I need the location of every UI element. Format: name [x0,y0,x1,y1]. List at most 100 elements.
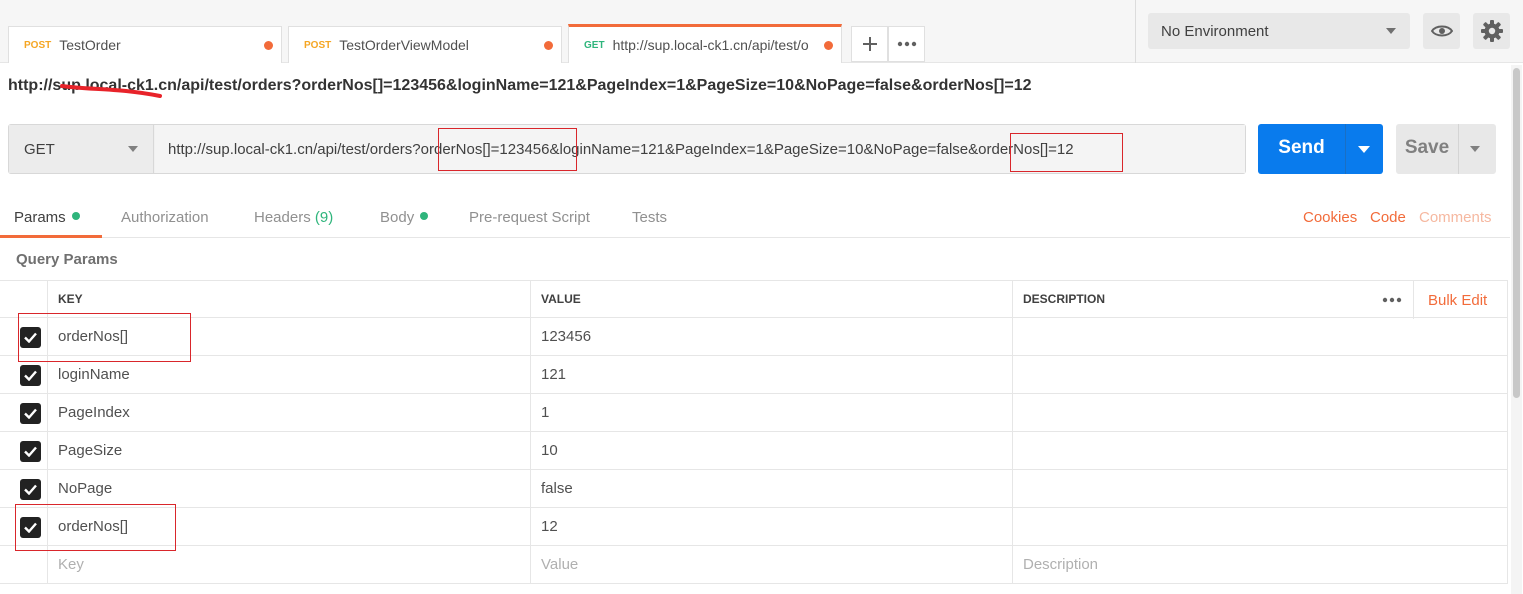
annotation-box [438,128,577,171]
row-checkbox[interactable] [20,479,41,500]
check-icon [24,370,37,381]
description-cell[interactable] [1012,432,1508,469]
request-tabs: Params Authorization Headers (9) Body Pr… [0,196,1510,238]
annotation-box [18,313,191,362]
scrollbar-thumb[interactable] [1513,68,1520,398]
table-row: PageIndex 1 [0,394,1508,432]
unsaved-dot-icon [824,41,833,50]
chevron-down-icon[interactable] [1470,146,1480,152]
status-dot-icon [420,212,429,220]
check-icon [24,446,37,457]
save-button[interactable]: Save [1396,124,1496,174]
value-cell[interactable]: 1 [530,394,1012,431]
tab-pre-request-script[interactable]: Pre-request Script [469,209,590,226]
more-icon [1382,297,1401,303]
cookies-link[interactable]: Cookies [1303,209,1357,226]
chevron-down-icon[interactable] [1358,146,1370,153]
check-icon [24,484,37,495]
tab-label: Params [14,209,66,226]
redaction-mark [60,84,162,98]
method-label: POST [24,39,52,51]
table-row: loginName 121 [0,356,1508,394]
request-tab[interactable]: POST TestOrder [8,26,282,63]
key-cell[interactable]: NoPage [47,470,530,507]
send-button[interactable]: Send [1258,124,1383,174]
description-cell[interactable] [1012,508,1508,545]
tab-headers[interactable]: Headers (9) [254,209,333,226]
tab-authorization[interactable]: Authorization [121,209,209,226]
new-tab-button[interactable] [851,26,888,62]
tab-title: TestOrderViewModel [339,37,469,53]
value-placeholder[interactable]: Value [530,546,1012,583]
divider [1345,124,1346,174]
description-cell[interactable] [1012,394,1508,431]
annotation-box [1010,133,1123,172]
table-row: orderNos[] 12 [0,508,1508,546]
gear-icon [1480,20,1503,42]
tab-label: Headers [254,209,311,226]
comments-link[interactable]: Comments [1419,209,1492,226]
key-placeholder[interactable]: Key [47,546,530,583]
description-cell[interactable] [1012,318,1508,355]
status-dot-icon [71,212,80,220]
tab-title: http://sup.local-ck1.cn/api/test/o [612,37,809,53]
tab-params[interactable]: Params [14,209,80,226]
description-placeholder[interactable]: Description [1012,546,1508,583]
environment-quick-look-button[interactable] [1423,13,1460,49]
table-row: PageSize 10 [0,432,1508,470]
code-link[interactable]: Code [1370,209,1406,226]
tab-bar: POST TestOrder POST TestOrderViewModel G… [0,0,1523,63]
request-tab[interactable]: POST TestOrderViewModel [288,26,562,63]
section-title: Query Params [16,251,118,268]
method-value: GET [24,140,55,158]
more-icon [897,41,916,47]
environment-select[interactable]: No Environment [1148,13,1410,49]
table-row-new: Key Value Description [0,546,1508,584]
bulk-edit-link[interactable]: Bulk Edit [1428,292,1487,309]
method-label: GET [584,39,605,51]
row-checkbox[interactable] [20,365,41,386]
key-cell[interactable]: PageSize [47,432,530,469]
url-base: http://sup.local-ck1.cn/api/test/orders? [168,140,421,158]
tab-options-button[interactable] [888,26,925,62]
tab-body[interactable]: Body [380,209,429,226]
table-row: NoPage false [0,470,1508,508]
tab-title: TestOrder [59,37,121,53]
tab-tests[interactable]: Tests [632,209,667,226]
tab-label: Body [380,209,415,226]
plus-icon [862,37,877,51]
table-row: orderNos[] 123456 [0,318,1508,356]
environment-settings-button[interactable] [1473,13,1510,49]
method-select[interactable]: GET [9,125,154,173]
headers-count: (9) [314,209,334,226]
value-cell[interactable]: 10 [530,432,1012,469]
chevron-down-icon [128,146,138,152]
active-tab-indicator [0,235,102,238]
table-options-button[interactable] [1370,281,1414,319]
chevron-down-icon [1386,28,1396,34]
environment-label: No Environment [1161,22,1269,40]
row-checkbox[interactable] [20,403,41,424]
description-cell[interactable] [1012,470,1508,507]
row-checkbox[interactable] [20,441,41,462]
check-icon [24,408,37,419]
unsaved-dot-icon [264,41,273,50]
save-label: Save [1404,137,1450,158]
value-cell[interactable]: 12 [530,508,1012,545]
value-cell[interactable]: false [530,470,1012,507]
column-header-key: KEY [47,281,530,317]
url-params: &loginName=121&PageIndex=1&PageSize=10&N… [549,140,979,158]
table-header: KEY VALUE DESCRIPTION Bulk Edit [0,280,1508,319]
annotation-box [15,504,176,551]
eye-icon [1430,25,1453,37]
request-tab-active[interactable]: GET http://sup.local-ck1.cn/api/test/o [568,24,842,63]
value-cell[interactable]: 123456 [530,318,1012,355]
key-cell[interactable]: PageIndex [47,394,530,431]
send-label: Send [1278,137,1325,158]
column-header-label: DESCRIPTION [1023,292,1106,306]
description-cell[interactable] [1012,356,1508,393]
divider [1135,0,1136,63]
column-header-value: VALUE [530,281,1012,317]
value-cell[interactable]: 121 [530,356,1012,393]
divider [1458,124,1459,174]
